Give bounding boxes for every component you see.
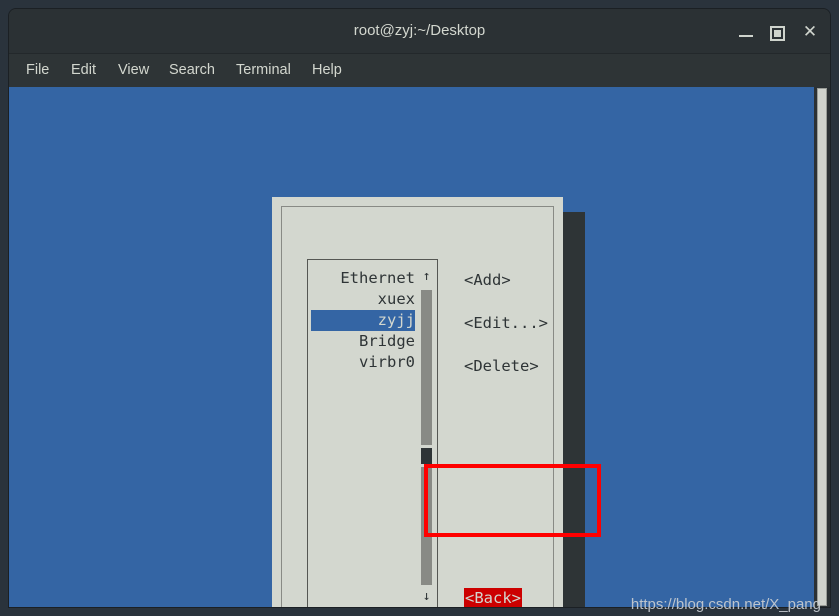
terminal-scrollbar[interactable] — [814, 87, 830, 607]
window-title: root@zyj:~/Desktop — [353, 22, 486, 39]
list-item[interactable]: zyjj — [311, 310, 415, 331]
menu-item-help[interactable]: Help — [312, 54, 342, 87]
scroll-up-arrow-icon[interactable]: ↑ — [416, 268, 437, 286]
menu-item-edit[interactable]: Edit — [71, 54, 96, 87]
delete-button[interactable]: <Delete> — [464, 357, 539, 375]
list-item[interactable]: Bridge — [311, 331, 419, 352]
terminal-window: root@zyj:~/Desktop ✕ File Edit View Search T… — [9, 9, 830, 607]
menu-item-file[interactable]: File — [26, 54, 49, 87]
terminal-body: Ethernet xuex zyjj Bridge virbr0 ↑ ↓ <Add> <E… — [9, 87, 830, 607]
menu-item-view[interactable]: View — [118, 54, 149, 87]
menu-bar: File Edit View Search Terminal Help — [9, 54, 830, 87]
watermark: https://blog.csdn.net/X_pang — [630, 596, 821, 613]
terminal-scrollbar-thumb[interactable] — [817, 88, 827, 606]
scrollbar-track-lower[interactable] — [421, 467, 432, 585]
list-item[interactable]: Ethernet — [311, 268, 419, 289]
menu-item-terminal[interactable]: Terminal — [236, 54, 291, 87]
scrollbar-track-upper[interactable] — [421, 290, 432, 445]
title-bar: root@zyj:~/Desktop ✕ — [9, 9, 830, 54]
list-item[interactable]: xuex — [311, 289, 415, 310]
screen: root@zyj:~/Desktop ✕ File Edit View Search T… — [0, 0, 839, 616]
list-scrollbar[interactable]: ↑ ↓ — [416, 260, 437, 607]
list-item[interactable]: virbr0 — [311, 352, 415, 373]
nmtui-dialog: Ethernet xuex zyjj Bridge virbr0 ↑ ↓ <Add> <E… — [272, 197, 563, 607]
dialog-inner-frame: Ethernet xuex zyjj Bridge virbr0 ↑ ↓ <Add> <E… — [281, 206, 554, 607]
menu-item-search[interactable]: Search — [169, 54, 215, 87]
add-button[interactable]: <Add> — [464, 271, 511, 289]
minimize-button[interactable] — [736, 22, 756, 42]
connection-list[interactable]: Ethernet xuex zyjj Bridge virbr0 ↑ ↓ — [307, 259, 438, 607]
close-button[interactable]: ✕ — [800, 22, 820, 42]
edit-button[interactable]: <Edit...> — [464, 314, 548, 332]
maximize-button[interactable] — [766, 22, 786, 42]
scrollbar-thumb[interactable] — [421, 448, 432, 464]
scroll-down-arrow-icon[interactable]: ↓ — [416, 588, 437, 606]
back-button[interactable]: <Back> — [464, 588, 522, 607]
